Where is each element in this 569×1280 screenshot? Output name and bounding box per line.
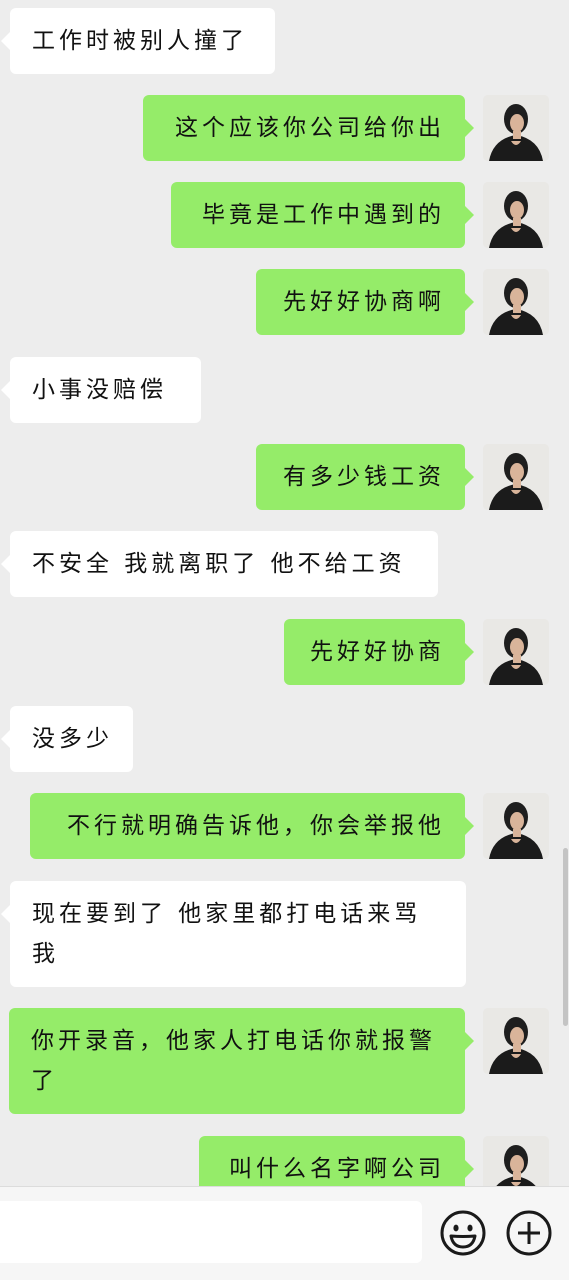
message-bubble-outgoing[interactable]: 不行就明确告诉他，你会举报他: [30, 793, 474, 859]
avatar[interactable]: [483, 269, 549, 335]
message-text: 你开录音，他家人打电话你就报警了: [31, 1028, 436, 1094]
avatar[interactable]: [483, 1008, 549, 1074]
message-bubble-outgoing[interactable]: 这个应该你公司给你出: [143, 95, 474, 161]
message-text: 工作时被别人撞了: [32, 28, 248, 54]
message-bubble-outgoing[interactable]: 你开录音，他家人打电话你就报警了: [9, 1008, 474, 1114]
message-text: 小事没赔偿: [32, 377, 167, 403]
scrollbar[interactable]: [563, 848, 568, 1026]
avatar[interactable]: [483, 95, 549, 161]
message-text: 不安全 我就离职了 他不给工资: [32, 551, 406, 577]
message-bubble-outgoing[interactable]: 先好好协商: [284, 619, 474, 685]
message-text: 没多少: [32, 726, 113, 752]
avatar[interactable]: [483, 444, 549, 510]
message-bubble-outgoing[interactable]: 有多少钱工资: [256, 444, 474, 510]
message-input[interactable]: [0, 1201, 422, 1263]
message-bubble-incoming[interactable]: 小事没赔偿: [1, 357, 201, 423]
chat-input-bar: [0, 1186, 569, 1280]
message-text: 先好好协商啊: [283, 289, 445, 315]
message-text: 先好好协商: [310, 639, 445, 665]
message-text: 有多少钱工资: [283, 464, 445, 490]
avatar[interactable]: [483, 619, 549, 685]
message-bubble-outgoing[interactable]: 毕竟是工作中遇到的: [171, 182, 474, 248]
message-text: 叫什么名字啊公司: [229, 1156, 445, 1182]
message-bubble-outgoing[interactable]: 先好好协商啊: [256, 269, 474, 335]
chat-message-list[interactable]: 工作时被别人撞了 这个应该你公司给你出 毕竟是工作中遇到的 先好好协商啊 小事没…: [0, 0, 569, 1186]
message-text: 现在要到了 他家里都打电话来骂我: [32, 901, 422, 967]
message-bubble-outgoing[interactable]: 叫什么名字啊公司: [199, 1136, 474, 1186]
avatar[interactable]: [483, 793, 549, 859]
emoji-icon[interactable]: [439, 1209, 487, 1257]
plus-circle-icon[interactable]: [505, 1209, 553, 1257]
message-bubble-incoming[interactable]: 现在要到了 他家里都打电话来骂我: [1, 881, 466, 987]
message-text: 这个应该你公司给你出: [175, 115, 445, 141]
avatar[interactable]: [483, 182, 549, 248]
message-bubble-incoming[interactable]: 不安全 我就离职了 他不给工资: [1, 531, 438, 597]
avatar[interactable]: [483, 1136, 549, 1186]
message-text: 毕竟是工作中遇到的: [202, 202, 445, 228]
message-bubble-incoming[interactable]: 没多少: [1, 706, 133, 772]
message-bubble-incoming[interactable]: 工作时被别人撞了: [1, 8, 275, 74]
message-text: 不行就明确告诉他，你会举报他: [67, 813, 445, 839]
